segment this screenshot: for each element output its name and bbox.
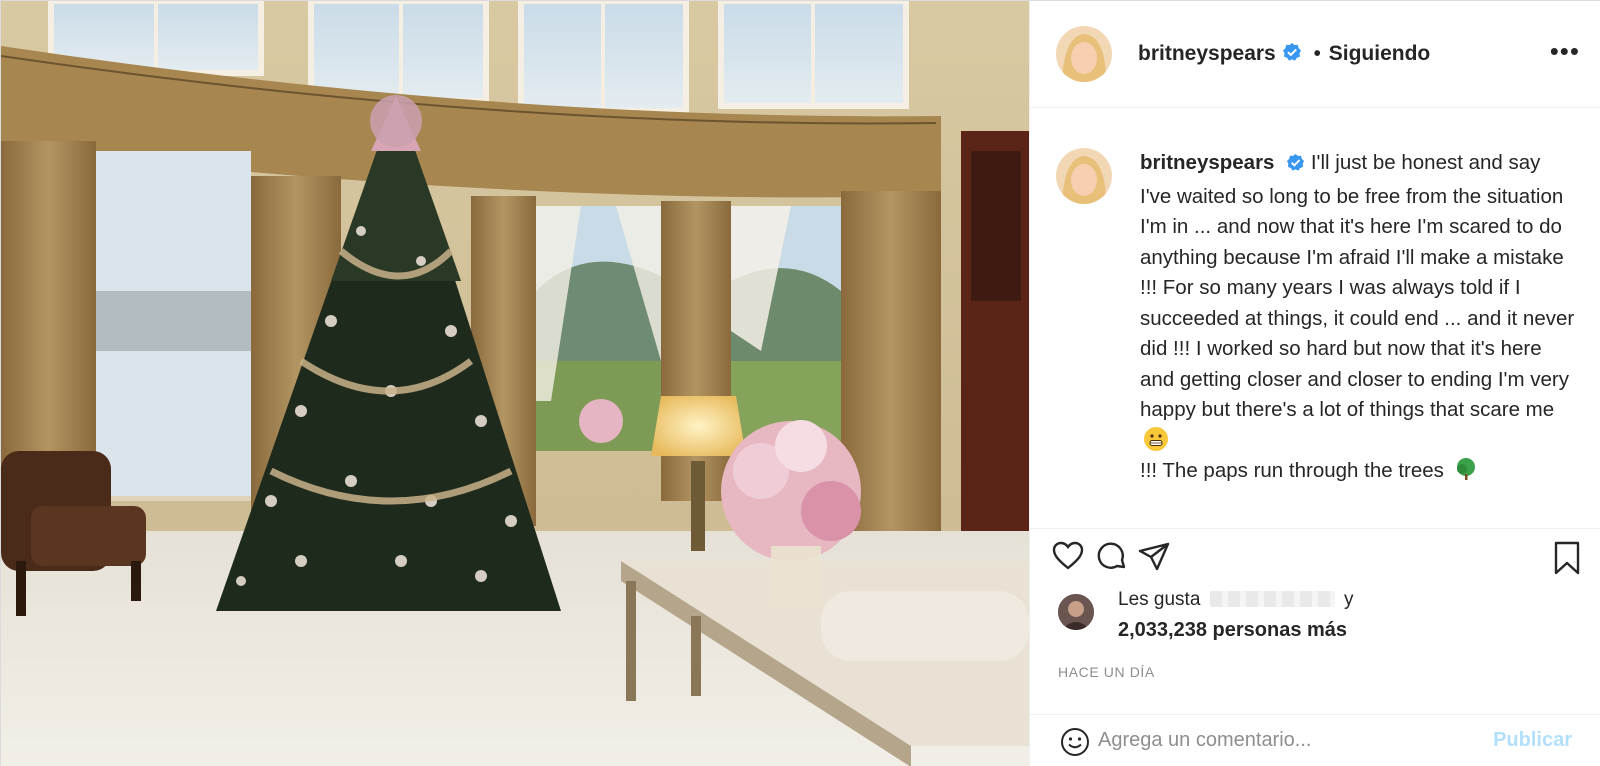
post-header: britneyspears • Siguiendo •••	[1030, 1, 1600, 108]
liker-avatar[interactable]	[1058, 594, 1094, 630]
verified-badge-icon	[1286, 151, 1305, 182]
publish-button[interactable]: Publicar	[1493, 729, 1572, 752]
emoji-picker-icon[interactable]	[1060, 727, 1090, 762]
post-photo[interactable]	[1, 1, 1029, 766]
caption-section: britneyspears I'll just be honest and sa…	[1030, 108, 1600, 528]
comment-icon[interactable]	[1096, 541, 1128, 578]
likes-prefix: Les gusta	[1118, 589, 1201, 610]
likes-suffix: y	[1343, 589, 1354, 610]
share-icon[interactable]	[1138, 541, 1170, 578]
christmas-tree-living-room-photo	[1, 1, 1029, 766]
caption-text: britneyspears I'll just be honest and sa…	[1140, 148, 1575, 487]
caption-username[interactable]: britneyspears	[1140, 151, 1274, 174]
bookmark-icon[interactable]	[1552, 541, 1582, 580]
separator-dot: •	[1313, 42, 1321, 65]
likes-count[interactable]: 2,033,238 personas más	[1118, 619, 1347, 642]
likes-line-1: Les gusta y	[1118, 589, 1353, 611]
verified-badge-icon	[1282, 42, 1302, 67]
comment-bar: Publicar	[1030, 714, 1600, 766]
ellipsis-icon[interactable]: •••	[1550, 38, 1580, 64]
comment-input[interactable]	[1098, 723, 1468, 757]
grimacing-face-emoji-icon	[1144, 426, 1168, 451]
caption-body: I'll just be honest and say I've waited …	[1140, 151, 1575, 421]
post-actions-bar	[1030, 528, 1600, 582]
heart-icon[interactable]	[1052, 541, 1084, 576]
post-side-panel: britneyspears • Siguiendo ••• britneyspe…	[1029, 1, 1600, 766]
follow-status-button[interactable]: Siguiendo	[1329, 42, 1431, 66]
author-avatar[interactable]	[1056, 26, 1112, 82]
deciduous-tree-emoji-icon	[1454, 457, 1478, 481]
liker-name-redacted	[1209, 591, 1335, 607]
caption-body-end: !!! The paps run through the trees	[1140, 459, 1444, 482]
caption-author-avatar[interactable]	[1056, 148, 1112, 204]
author-username[interactable]: britneyspears	[1138, 42, 1276, 66]
post-timestamp[interactable]: HACE UN DÍA	[1058, 664, 1155, 680]
instagram-post: britneyspears • Siguiendo ••• britneyspe…	[0, 0, 1600, 766]
likes-summary: Les gusta y 2,033,238 personas más	[1058, 589, 1578, 649]
